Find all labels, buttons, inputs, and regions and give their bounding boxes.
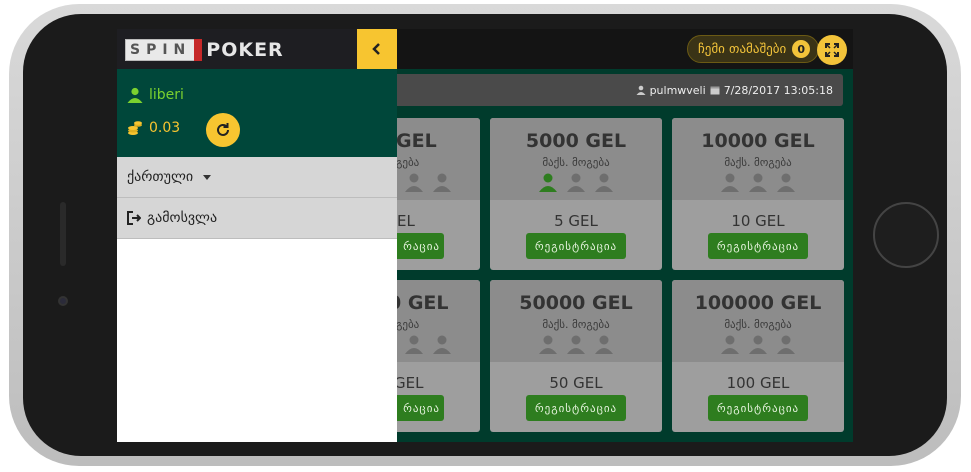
my-games-label: ჩემი თამაშები — [698, 41, 787, 57]
card-prize: 100000 GEL — [694, 292, 822, 314]
logo-spin-text: SPIN — [125, 39, 197, 61]
player-slot-icon — [595, 173, 613, 192]
player-slot-icon — [567, 173, 585, 192]
card-entry-fee: 5 GEL — [554, 212, 598, 230]
card-subtitle: მაქს. მოგება — [542, 156, 610, 169]
logo-poker-text: POKER — [206, 39, 284, 61]
player-slot-icon — [539, 335, 557, 354]
spin-poker-logo: SPIN POKER — [125, 38, 284, 62]
player-slot-icon — [749, 335, 767, 354]
side-menu-drawer: SPIN POKER liberi 0.03 ქართული გამოსვლა — [117, 29, 397, 442]
drawer-header: SPIN POKER — [117, 29, 397, 69]
player-slot-icon — [405, 335, 423, 354]
tournament-card: 10000 GEL მაქს. მოგება 10 GEL რეგისტრაცი… — [672, 118, 844, 270]
language-selector[interactable]: ქართული — [117, 157, 397, 198]
user-icon — [127, 87, 143, 103]
user-panel: liberi 0.03 — [117, 69, 397, 157]
player-slot-icon — [433, 173, 451, 192]
app-screen: ჩემი თამაშები 0 pulmwveli 7/28/2017 13:0… — [117, 29, 853, 442]
refresh-balance-button[interactable] — [206, 113, 240, 147]
player-slot-icon — [567, 335, 585, 354]
player-slot-icon — [777, 173, 795, 192]
my-games-count-badge: 0 — [792, 40, 811, 58]
chevron-left-icon — [372, 43, 380, 55]
card-subtitle: მაქს. მოგება — [724, 156, 792, 169]
tournament-card: 50000 GEL მაქს. მოგება 50 GEL რეგისტრაცი… — [490, 280, 662, 432]
refresh-icon — [217, 123, 229, 136]
register-button[interactable]: რეგისტრაცია — [526, 395, 626, 421]
card-entry-fee: 100 GEL — [726, 374, 790, 392]
fullscreen-icon — [825, 43, 839, 57]
language-label: ქართული — [127, 169, 194, 185]
card-prize: 50000 GEL — [519, 292, 633, 314]
calendar-icon — [710, 86, 720, 95]
card-entry-fee: 10 GEL — [731, 212, 785, 230]
user-icon — [636, 85, 646, 95]
player-slot-icon — [777, 335, 795, 354]
card-prize: 5000 GEL — [525, 130, 627, 152]
logout-icon — [127, 211, 141, 225]
tournament-card: 5000 GEL მაქს. მოგება 5 GEL რეგისტრაცია — [490, 118, 662, 270]
register-button[interactable]: რეგისტრაცია — [708, 395, 808, 421]
logout-menu-item[interactable]: გამოსვლა — [117, 198, 397, 239]
logout-label: გამოსვლა — [147, 210, 218, 226]
card-subtitle: მაქს. მოგება — [542, 318, 610, 331]
phone-side-button — [60, 202, 66, 266]
coins-icon — [128, 121, 142, 135]
card-prize: 10000 GEL — [701, 130, 815, 152]
phone-camera — [58, 296, 68, 306]
drawer-username: liberi — [149, 87, 184, 103]
register-button[interactable]: რეგისტრაცია — [526, 233, 626, 259]
my-games-button[interactable]: ჩემი თამაშები 0 — [687, 35, 820, 63]
tournament-card: 100000 GEL მაქს. მოგება 100 GEL რეგისტრა… — [672, 280, 844, 432]
phone-home-button — [873, 202, 939, 268]
player-slot-icon — [749, 173, 767, 192]
caret-down-icon — [203, 174, 212, 180]
fullscreen-button[interactable] — [817, 35, 847, 65]
player-slot-icon — [721, 173, 739, 192]
player-slot-icon — [595, 335, 613, 354]
card-subtitle: მაქს. მოგება — [724, 318, 792, 331]
drawer-balance: 0.03 — [149, 120, 181, 136]
register-button[interactable]: რეგისტრაცია — [708, 233, 808, 259]
player-slot-icon — [539, 173, 557, 192]
player-slot-icon — [405, 173, 423, 192]
session-datetime: 7/28/2017 13:05:18 — [723, 83, 833, 97]
player-slot-icon — [721, 335, 739, 354]
card-entry-fee: 50 GEL — [549, 374, 603, 392]
player-slot-icon — [433, 335, 451, 354]
session-username: pulmwveli — [649, 83, 706, 97]
close-menu-button[interactable] — [357, 29, 397, 69]
